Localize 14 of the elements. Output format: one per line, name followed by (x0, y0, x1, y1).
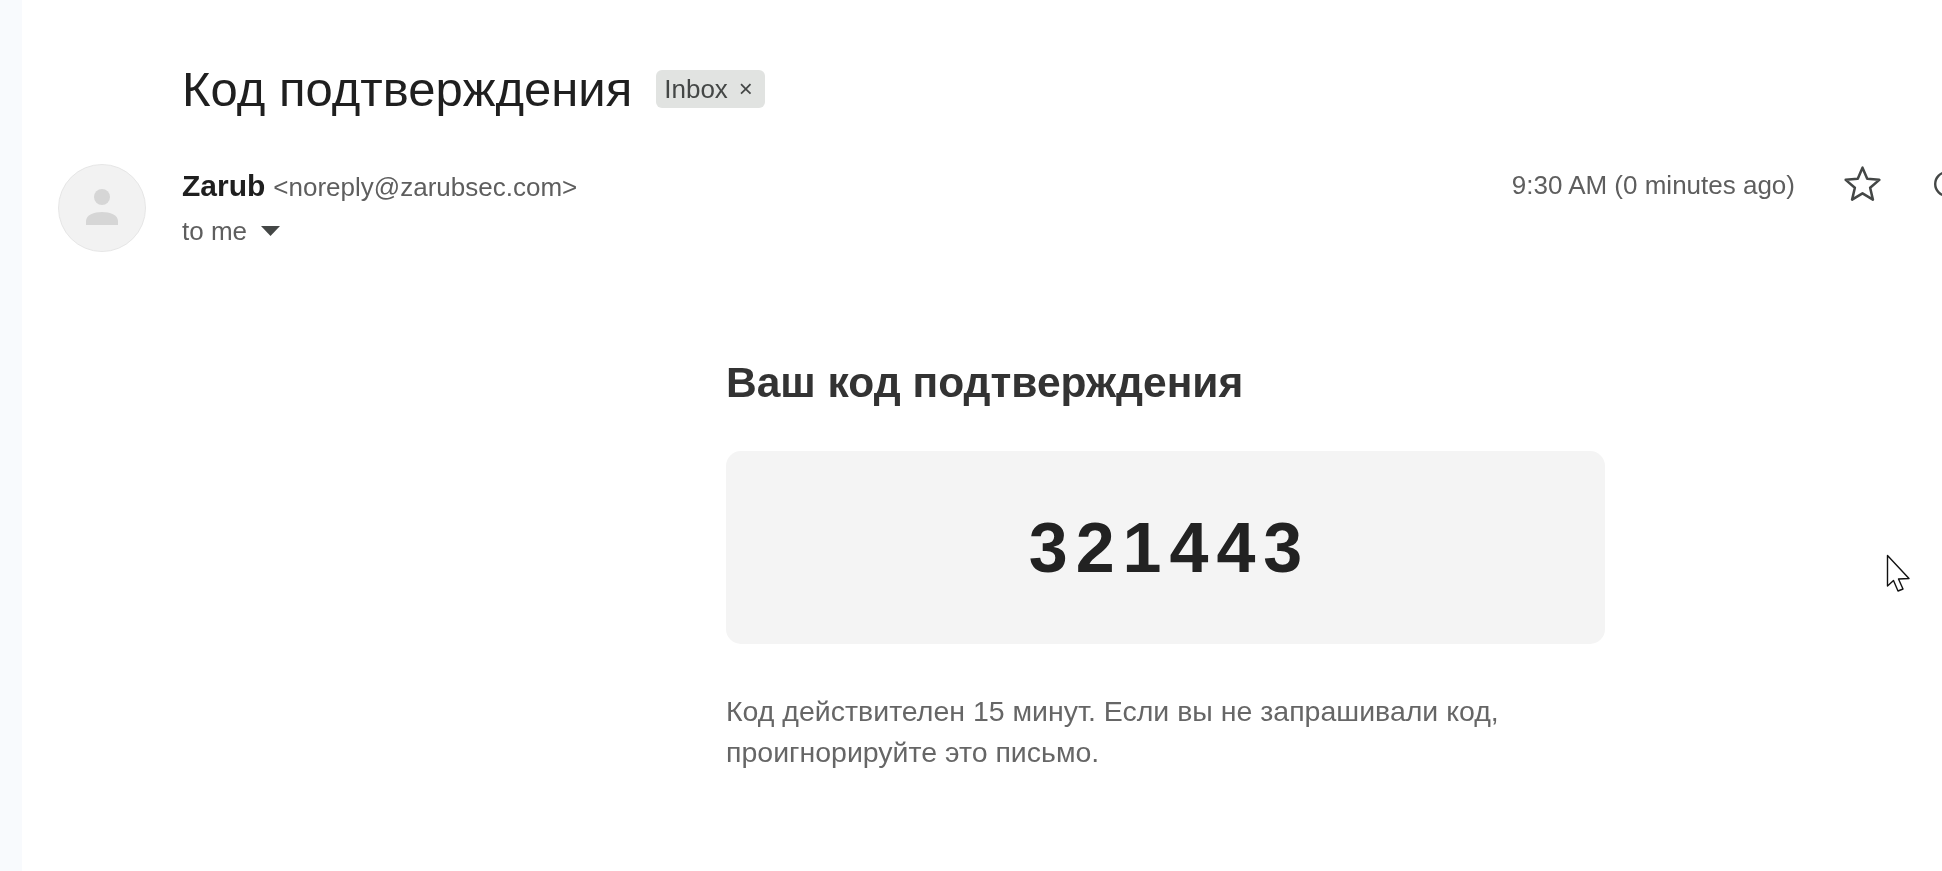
body-heading: Ваш код подтверждения (726, 358, 1245, 408)
cursor-icon (1886, 554, 1911, 593)
sender-name: Zarub (182, 168, 266, 204)
remove-label-button[interactable]: × (738, 77, 753, 101)
recipients-dropdown[interactable]: to me (182, 213, 281, 249)
sender-email: <noreply@zarubsec.com> (273, 171, 578, 204)
avatar-icon (58, 164, 146, 252)
label-name: Inbox (664, 76, 728, 102)
verification-code: 321443 (1027, 512, 1311, 583)
caret-icon (261, 226, 281, 236)
email-subject: Код подтверждения (182, 60, 633, 118)
body-text: Код действителен 15 минут. Если вы не запрашивали код, проигнорируйте это письмо. (726, 694, 1500, 770)
star-icon[interactable] (1844, 166, 1881, 203)
message-time: 9:30 AM (0 minutes ago) (1511, 169, 1795, 202)
